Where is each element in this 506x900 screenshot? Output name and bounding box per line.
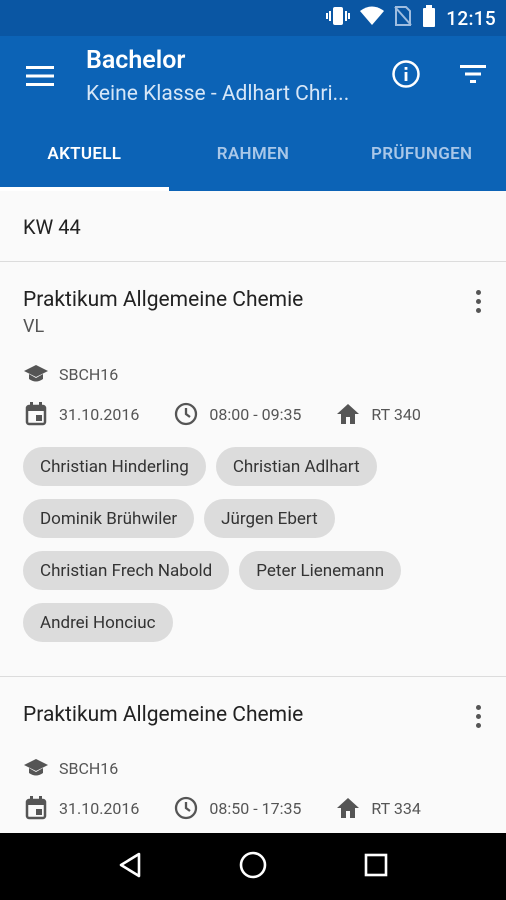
people-chips: Christian Hinderling Christian Adlhart D…	[23, 447, 483, 676]
tab-rahmen[interactable]: RAHMEN	[169, 132, 338, 191]
school-icon	[23, 755, 49, 781]
home-button-icon[interactable]	[238, 850, 268, 884]
home-icon	[335, 401, 361, 427]
clock-icon	[173, 795, 199, 821]
lesson-title: Praktikum Allgemeine Chemie	[23, 703, 304, 727]
lesson-type: VL	[23, 316, 45, 337]
room-label: RT 334	[371, 798, 421, 818]
status-bar: 12:15	[0, 0, 506, 36]
recents-icon[interactable]	[363, 852, 389, 882]
info-icon[interactable]	[388, 56, 424, 92]
details-row: 31.10.2016 08:50 - 17:35 RT 334	[23, 795, 483, 821]
app-subtitle: Keine Klasse - Adlhart Chri...	[86, 82, 350, 106]
tab-aktuell[interactable]: AKTUELL	[0, 132, 169, 191]
week-header: KW 44	[0, 191, 506, 262]
lesson-card[interactable]: Praktikum Allgemeine Chemie SBCH16 31.10…	[0, 677, 506, 833]
person-chip[interactable]: Christian Frech Nabold	[23, 551, 230, 590]
system-nav-bar	[0, 833, 506, 900]
class-row: SBCH16	[23, 361, 483, 387]
tab-bar: AKTUELL RAHMEN PRÜFUNGEN	[0, 132, 506, 191]
menu-icon[interactable]	[22, 58, 58, 94]
person-chip[interactable]: Peter Lienemann	[239, 551, 402, 590]
more-vert-icon[interactable]	[466, 286, 490, 316]
calendar-icon	[23, 795, 49, 821]
person-chip[interactable]: Christian Adlhart	[215, 447, 377, 486]
school-icon	[23, 361, 49, 387]
class-label: SBCH16	[59, 758, 119, 778]
back-icon[interactable]	[117, 851, 143, 883]
details-row: 31.10.2016 08:00 - 09:35 RT 340	[23, 401, 483, 427]
class-label: SBCH16	[59, 364, 119, 384]
wifi-icon	[360, 6, 385, 30]
room-label: RT 340	[371, 404, 421, 424]
no-sim-icon	[394, 5, 413, 31]
person-chip[interactable]: Dominik Brühwiler	[23, 499, 195, 538]
lesson-title: Praktikum Allgemeine Chemie	[23, 288, 304, 312]
class-row: SBCH16	[23, 755, 483, 781]
home-icon	[335, 795, 361, 821]
time-label: 08:00 - 09:35	[209, 404, 302, 424]
app-title: Bachelor	[86, 46, 186, 75]
app-bar: Bachelor Keine Klasse - Adlhart Chri... …	[0, 36, 506, 191]
lesson-card[interactable]: Praktikum Allgemeine Chemie VL SBCH16 31…	[0, 262, 506, 677]
person-chip[interactable]: Christian Hinderling	[23, 447, 206, 486]
person-chip[interactable]: Andrei Honciuc	[23, 603, 173, 642]
date-label: 31.10.2016	[59, 798, 140, 818]
date-label: 31.10.2016	[59, 404, 140, 424]
tab-pruefungen[interactable]: PRÜFUNGEN	[337, 132, 506, 191]
schedule-list[interactable]: KW 44 Praktikum Allgemeine Chemie VL SBC…	[0, 191, 506, 833]
person-chip[interactable]: Jürgen Ebert	[204, 499, 335, 538]
clock-icon	[173, 401, 199, 427]
calendar-icon	[23, 401, 49, 427]
battery-icon	[422, 5, 436, 31]
vibrate-icon	[326, 5, 351, 31]
more-vert-icon[interactable]	[466, 701, 490, 731]
clock: 12:15	[446, 6, 496, 30]
time-label: 08:50 - 17:35	[209, 798, 302, 818]
filter-icon[interactable]	[455, 56, 491, 92]
